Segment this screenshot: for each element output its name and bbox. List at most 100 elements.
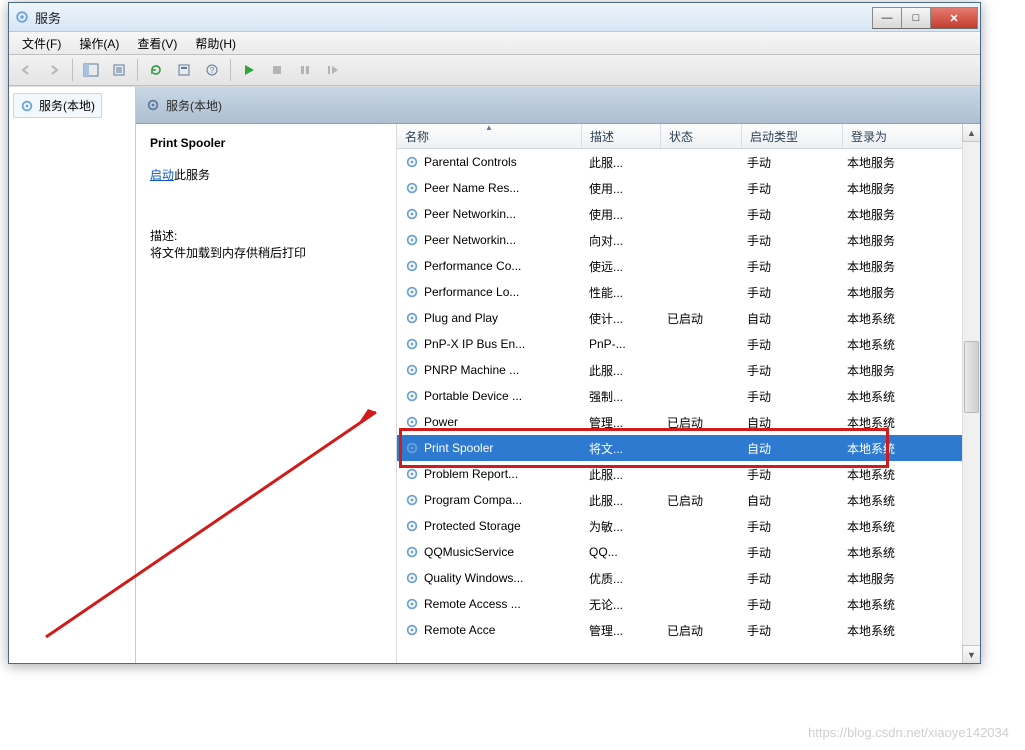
cell-startup: 手动	[739, 570, 839, 587]
service-row[interactable]: Parental Controls此服...手动本地服务	[397, 149, 980, 175]
gear-icon	[405, 597, 419, 611]
service-row[interactable]: Performance Lo...性能...手动本地服务	[397, 279, 980, 305]
cell-startup: 手动	[739, 336, 839, 353]
gear-icon	[405, 311, 419, 325]
cell-desc: PnP-...	[581, 337, 659, 351]
body: 服务(本地) 服务(本地) Print Spooler 启动此服务 描述: 将文…	[9, 86, 980, 663]
service-row[interactable]: PNRP Machine ...此服...手动本地服务	[397, 357, 980, 383]
cell-name: Peer Name Res...	[397, 181, 581, 195]
menu-action[interactable]: 操作(A)	[70, 32, 128, 55]
service-row[interactable]: Quality Windows...优质...手动本地服务	[397, 565, 980, 591]
cell-desc: 此服...	[581, 154, 659, 171]
tree-node-services-local[interactable]: 服务(本地)	[13, 93, 102, 118]
cell-desc: 此服...	[581, 492, 659, 509]
gear-icon	[146, 98, 160, 112]
maximize-button[interactable]: □	[901, 7, 931, 29]
cell-name: Portable Device ...	[397, 389, 581, 403]
service-row[interactable]: Performance Co...使远...手动本地服务	[397, 253, 980, 279]
help-button[interactable]: ?	[199, 57, 225, 83]
column-headers: 名称▲ 描述 状态 启动类型 登录为	[397, 124, 980, 149]
column-status[interactable]: 状态	[661, 124, 742, 148]
toolbar-separator	[230, 59, 231, 81]
cell-desc: 此服...	[581, 466, 659, 483]
cell-name: Protected Storage	[397, 519, 581, 533]
service-row[interactable]: Peer Name Res...使用...手动本地服务	[397, 175, 980, 201]
menu-help[interactable]: 帮助(H)	[186, 32, 245, 55]
cell-startup: 自动	[739, 414, 839, 431]
gear-icon	[405, 233, 419, 247]
service-row[interactable]: PnP-X IP Bus En...PnP-... 手动本地系统	[397, 331, 980, 357]
cell-status: 已启动	[659, 622, 739, 639]
service-row[interactable]: Peer Networkin...使用...手动本地服务	[397, 201, 980, 227]
service-row[interactable]: Plug and Play使计...已启动自动本地系统	[397, 305, 980, 331]
tree-node-label: 服务(本地)	[39, 97, 95, 114]
service-row[interactable]: Peer Networkin...向对...手动本地服务	[397, 227, 980, 253]
minimize-button[interactable]: —	[872, 7, 902, 29]
column-startup[interactable]: 启动类型	[742, 124, 843, 148]
service-row[interactable]: Print Spooler将文...自动本地系统	[397, 435, 980, 461]
toolbar-separator	[137, 59, 138, 81]
cell-status: 已启动	[659, 414, 739, 431]
cell-name: Quality Windows...	[397, 571, 581, 585]
column-logon[interactable]: 登录为	[843, 124, 980, 148]
service-row[interactable]: Protected Storage为敏...手动本地系统	[397, 513, 980, 539]
cell-startup: 手动	[739, 258, 839, 275]
service-rows[interactable]: Parental Controls此服...手动本地服务Peer Name Re…	[397, 149, 980, 643]
cell-logon: 本地系统	[839, 310, 975, 327]
main-pane: 服务(本地) Print Spooler 启动此服务 描述: 将文件加载到内存供…	[136, 87, 980, 663]
column-name[interactable]: 名称▲	[397, 124, 582, 148]
service-row[interactable]: Remote Acce管理...已启动手动本地系统	[397, 617, 980, 643]
cell-name: Remote Access ...	[397, 597, 581, 611]
gear-icon	[405, 467, 419, 481]
gear-icon	[405, 415, 419, 429]
cell-startup: 手动	[739, 284, 839, 301]
gear-icon	[405, 181, 419, 195]
show-hide-tree-button[interactable]	[78, 57, 104, 83]
cell-desc: 使用...	[581, 180, 659, 197]
column-desc[interactable]: 描述	[582, 124, 661, 148]
cell-desc: 管理...	[581, 414, 659, 431]
cell-startup: 手动	[739, 518, 839, 535]
cell-logon: 本地系统	[839, 336, 975, 353]
cell-status: 已启动	[659, 310, 739, 327]
app-icon	[15, 10, 29, 24]
watermark: https://blog.csdn.net/xiaoye142034	[808, 725, 1009, 740]
export-button[interactable]	[106, 57, 132, 83]
cell-logon: 本地服务	[839, 284, 975, 301]
close-button[interactable]: ✕	[930, 7, 978, 29]
menu-file[interactable]: 文件(F)	[13, 32, 70, 55]
start-service-button[interactable]	[236, 57, 262, 83]
tree-pane[interactable]: 服务(本地)	[9, 87, 136, 663]
scroll-track[interactable]	[963, 141, 980, 646]
start-service-link[interactable]: 启动	[150, 168, 174, 182]
service-row[interactable]: Portable Device ...强制...手动本地系统	[397, 383, 980, 409]
service-row[interactable]: Program Compa...此服...已启动自动本地系统	[397, 487, 980, 513]
cell-startup: 手动	[739, 154, 839, 171]
cell-logon: 本地系统	[839, 518, 975, 535]
titlebar[interactable]: 服务 — □ ✕	[9, 3, 980, 32]
cell-startup: 自动	[739, 310, 839, 327]
service-row[interactable]: QQMusicServiceQQ...手动本地系统	[397, 539, 980, 565]
scroll-down-button[interactable]: ▼	[962, 645, 980, 663]
cell-name: PnP-X IP Bus En...	[397, 337, 581, 351]
service-row[interactable]: Problem Report...此服...手动本地系统	[397, 461, 980, 487]
service-row[interactable]: Power管理...已启动自动本地系统	[397, 409, 980, 435]
content: Print Spooler 启动此服务 描述: 将文件加载到内存供稍后打印 名称…	[136, 124, 980, 663]
refresh-button[interactable]	[143, 57, 169, 83]
service-row[interactable]: Remote Access ...无论...手动本地系统	[397, 591, 980, 617]
scroll-thumb[interactable]	[964, 341, 979, 413]
scroll-up-button[interactable]: ▲	[962, 124, 980, 142]
cell-status: 已启动	[659, 492, 739, 509]
cell-desc: 强制...	[581, 388, 659, 405]
vertical-scrollbar[interactable]: ▲ ▼	[962, 124, 980, 663]
properties-button[interactable]	[171, 57, 197, 83]
gear-icon	[20, 99, 34, 113]
cell-startup: 手动	[739, 622, 839, 639]
cell-logon: 本地服务	[839, 362, 975, 379]
cell-logon: 本地系统	[839, 388, 975, 405]
cell-name: QQMusicService	[397, 545, 581, 559]
forward-button	[41, 57, 67, 83]
menu-view[interactable]: 查看(V)	[128, 32, 186, 55]
cell-name: Print Spooler	[397, 441, 581, 455]
cell-name: Remote Acce	[397, 623, 581, 637]
